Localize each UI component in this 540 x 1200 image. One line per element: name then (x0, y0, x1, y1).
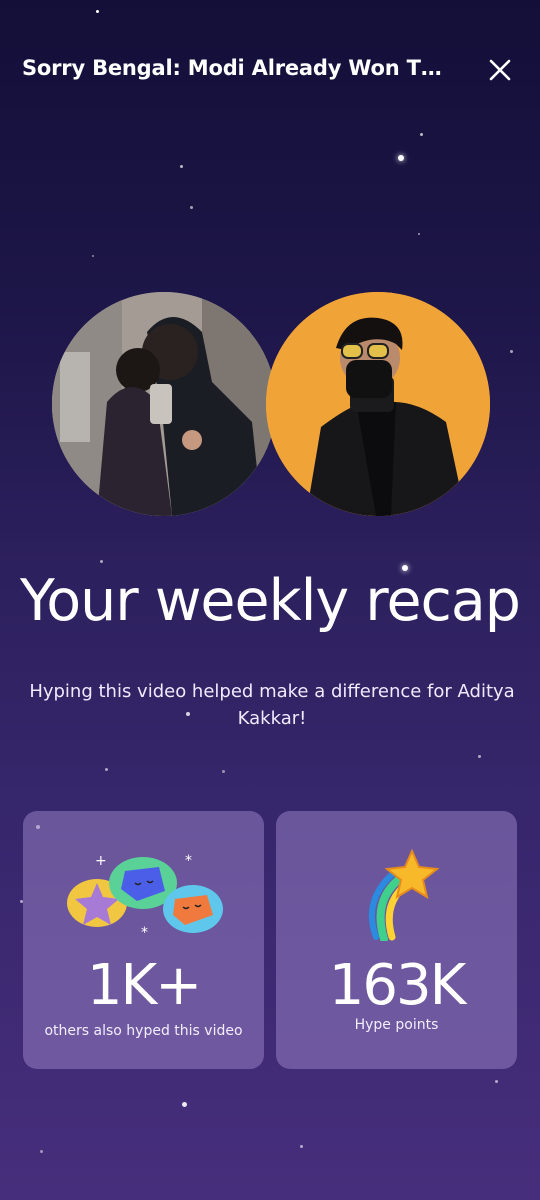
hype-points-label: Hype points (354, 1017, 439, 1033)
close-icon (489, 59, 511, 81)
header-bar: Sorry Bengal: Modi Already Won The... (0, 0, 540, 140)
svg-text:*: * (185, 853, 192, 869)
recap-subtitle: Hyping this video helped make a differen… (29, 681, 515, 729)
hypers-label: others also hyped this video (44, 1023, 243, 1039)
recap-heading: Your weekly recap (20, 568, 521, 634)
close-button[interactable] (484, 54, 516, 86)
creator-avatar (266, 292, 490, 516)
hypers-count: 1K+ (86, 953, 202, 1018)
stat-card-hype-points: 163K Hype points (276, 811, 517, 1069)
video-title: Sorry Bengal: Modi Already Won The... (22, 56, 452, 80)
svg-text:*: * (141, 925, 148, 939)
stat-card-hypers: + * * 1K+ others also hyped this video (23, 811, 264, 1069)
svg-text:+: + (95, 853, 107, 869)
friends-faces-icon: + * * (67, 853, 223, 939)
video-thumbnail-avatar (52, 292, 276, 516)
hype-points-count: 163K (328, 953, 467, 1018)
shooting-star-icon (369, 849, 440, 941)
